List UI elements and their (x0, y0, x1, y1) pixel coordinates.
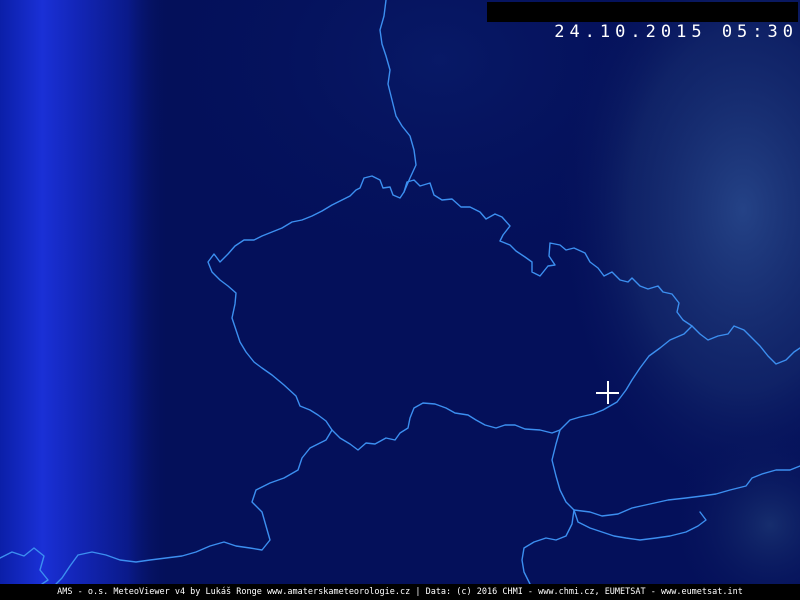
cloud-band-west (0, 0, 170, 600)
cloud-field-southeast (500, 300, 800, 600)
timestamp-display: 24.10.2015 05:30 (487, 2, 798, 42)
credits-text: AMS - o.s. MeteoViewer v4 by Lukáš Ronge… (57, 587, 743, 597)
timestamp-date: 24.10.2015 (554, 22, 707, 42)
crosshair-icon[interactable] (596, 381, 619, 404)
satellite-map-viewer[interactable]: 24.10.2015 05:30 AMS - o.s. MeteoViewer … (0, 0, 800, 600)
satellite-image[interactable] (0, 0, 800, 600)
timestamp-time: 05:30 (721, 22, 798, 42)
credits-footer: AMS - o.s. MeteoViewer v4 by Lukáš Ronge… (0, 584, 800, 600)
